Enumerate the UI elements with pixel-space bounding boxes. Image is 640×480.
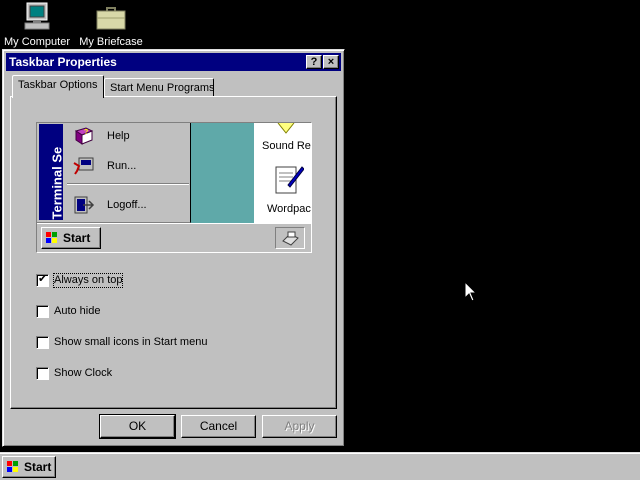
checkbox-show-clock[interactable] xyxy=(36,367,49,380)
briefcase-icon xyxy=(95,2,127,32)
taskbar-preview: Terminal Se ? Help Run... Logoff... Soun… xyxy=(36,122,312,253)
desktop-icon-my-briefcase[interactable]: My Briefcase xyxy=(76,2,146,48)
preview-explorer-window: Sound Re Wordpac xyxy=(254,123,311,238)
option-label: Always on top xyxy=(52,273,124,288)
preview-start-menu: Terminal Se ? Help Run... Logoff... xyxy=(37,123,191,223)
start-label: Start xyxy=(24,460,52,474)
option-label: Show small icons in Start menu xyxy=(54,336,208,348)
checkbox-small-icons[interactable] xyxy=(36,336,49,349)
start-label: Start xyxy=(63,231,91,245)
option-label: Show Clock xyxy=(54,367,113,379)
svg-text:?: ? xyxy=(84,129,88,136)
explorer-item-label: Sound Re xyxy=(262,140,311,152)
ok-button[interactable]: OK xyxy=(100,415,175,438)
menu-item-label: Run... xyxy=(107,160,137,172)
help-book-icon: ? xyxy=(73,127,95,145)
tab-label: Start Menu Programs xyxy=(110,82,215,94)
preview-taskbar: Start xyxy=(37,223,311,252)
taskbar: Start xyxy=(0,452,640,480)
menu-separator xyxy=(67,183,189,185)
my-computer-icon xyxy=(21,2,53,32)
windows-logo-icon xyxy=(45,231,59,245)
window-title: Taskbar Properties xyxy=(9,55,117,69)
start-menu-banner: Terminal Se xyxy=(39,124,65,220)
windows-logo-icon xyxy=(6,460,20,474)
checkbox-auto-hide[interactable] xyxy=(36,305,49,318)
tab-taskbar-options[interactable]: Taskbar Options xyxy=(12,75,104,98)
preview-menu-item-logoff: Logoff... xyxy=(73,194,183,216)
preview-start-button: Start xyxy=(41,227,101,249)
option-label: Auto hide xyxy=(54,305,101,317)
desktop-icon-label: My Computer xyxy=(3,36,71,48)
tray-printer-icon xyxy=(275,227,305,249)
title-bar[interactable]: Taskbar Properties ? × xyxy=(6,53,341,71)
mouse-pointer-icon xyxy=(464,280,478,302)
tab-label: Taskbar Options xyxy=(18,79,98,91)
menu-item-label: Help xyxy=(107,130,130,142)
preview-menu-item-run: Run... xyxy=(73,155,183,177)
cancel-button[interactable]: Cancel xyxy=(181,415,256,438)
explorer-item-label: Wordpac xyxy=(267,203,311,215)
preview-menu-item-help: ? Help xyxy=(73,125,183,147)
checkbox-always-on-top[interactable] xyxy=(36,273,49,287)
desktop-icon-my-computer[interactable]: My Computer xyxy=(2,2,72,48)
wordpad-icon xyxy=(274,163,305,198)
apply-button[interactable]: Apply xyxy=(262,415,337,438)
help-button[interactable]: ? xyxy=(306,55,322,69)
close-button[interactable]: × xyxy=(323,55,339,69)
logoff-icon xyxy=(73,196,95,214)
run-icon xyxy=(73,157,95,175)
desktop-icon-label: My Briefcase xyxy=(79,36,143,48)
sound-recorder-icon xyxy=(276,123,296,140)
start-button[interactable]: Start xyxy=(2,456,56,478)
menu-item-label: Logoff... xyxy=(107,199,147,211)
banner-text: Terminal Se xyxy=(49,146,65,220)
